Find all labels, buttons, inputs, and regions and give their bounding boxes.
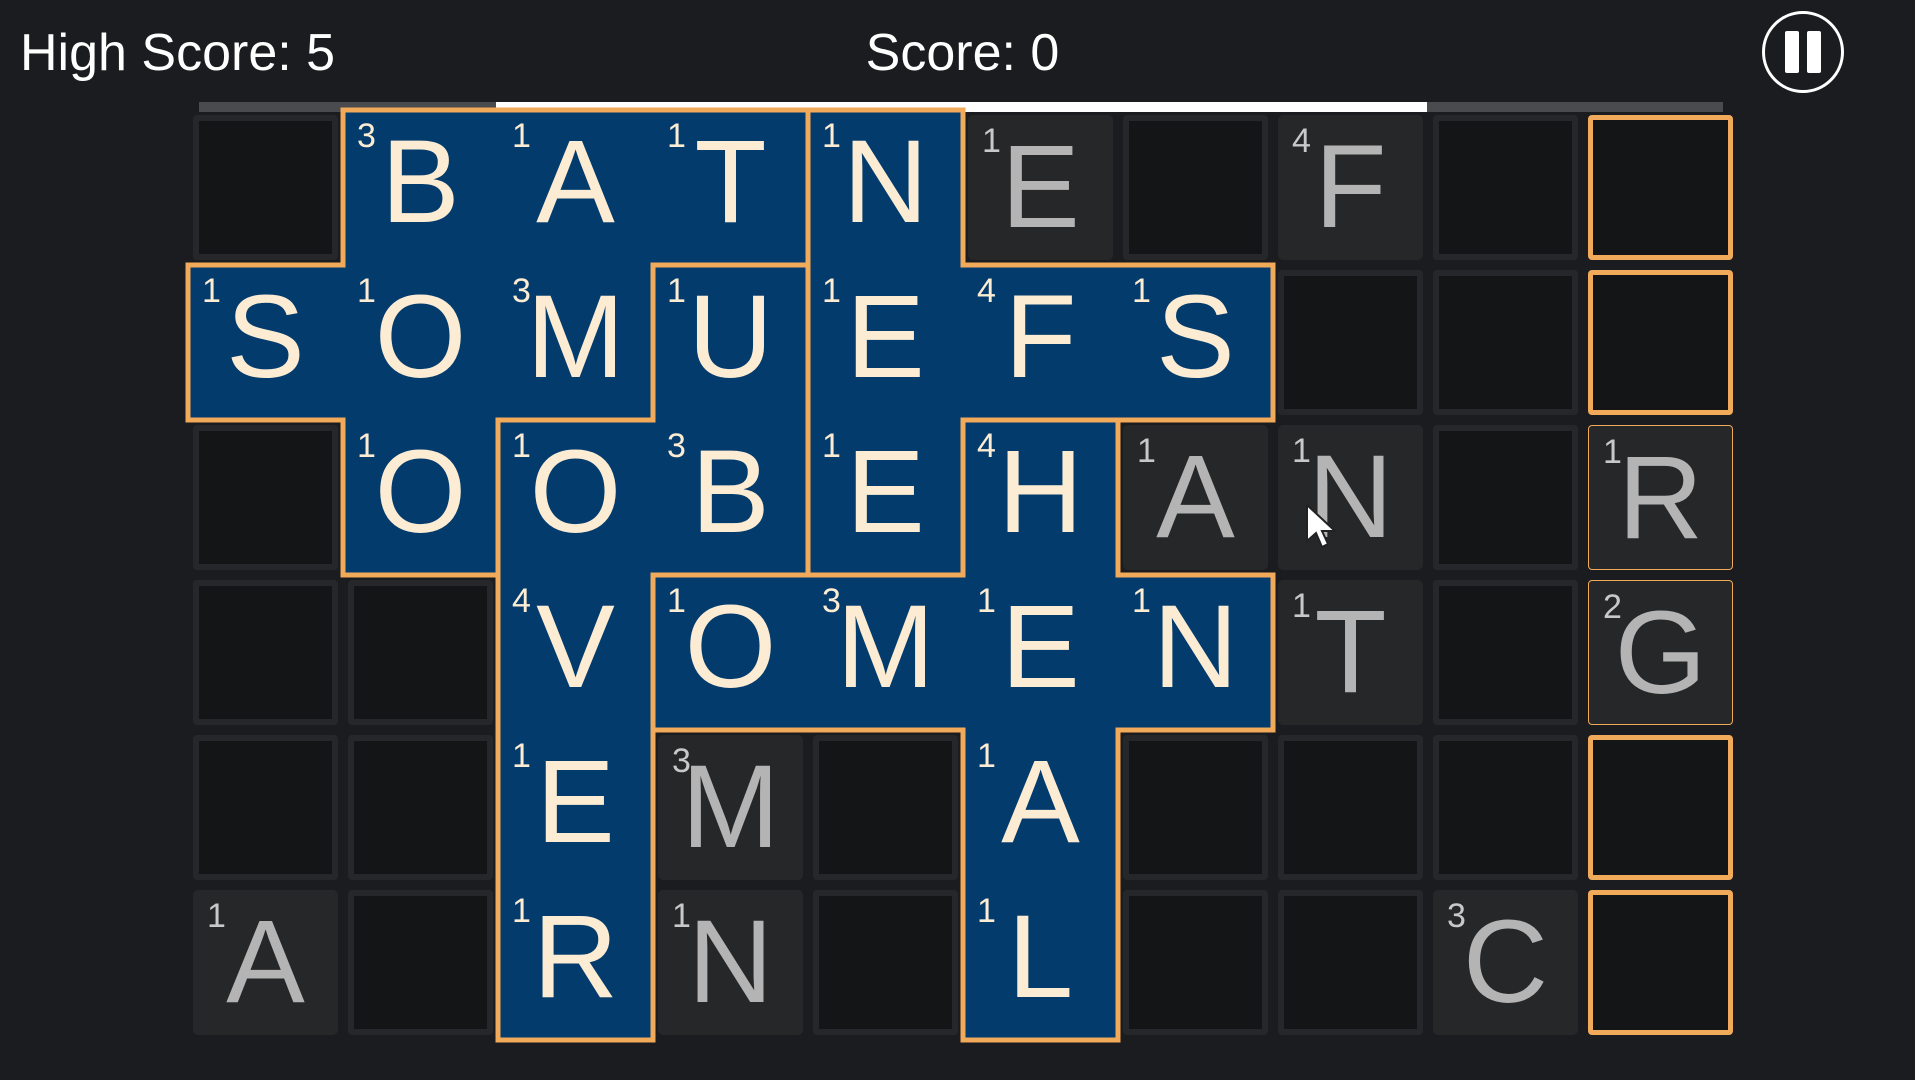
game-board: 3B1A1T1N1E4F1S1O3M1U1E4F1S1O1O3B1E4H1A1N… [0, 0, 1915, 1080]
mouse-cursor-icon [1306, 503, 1338, 549]
word-outlines [185, 107, 1276, 1043]
